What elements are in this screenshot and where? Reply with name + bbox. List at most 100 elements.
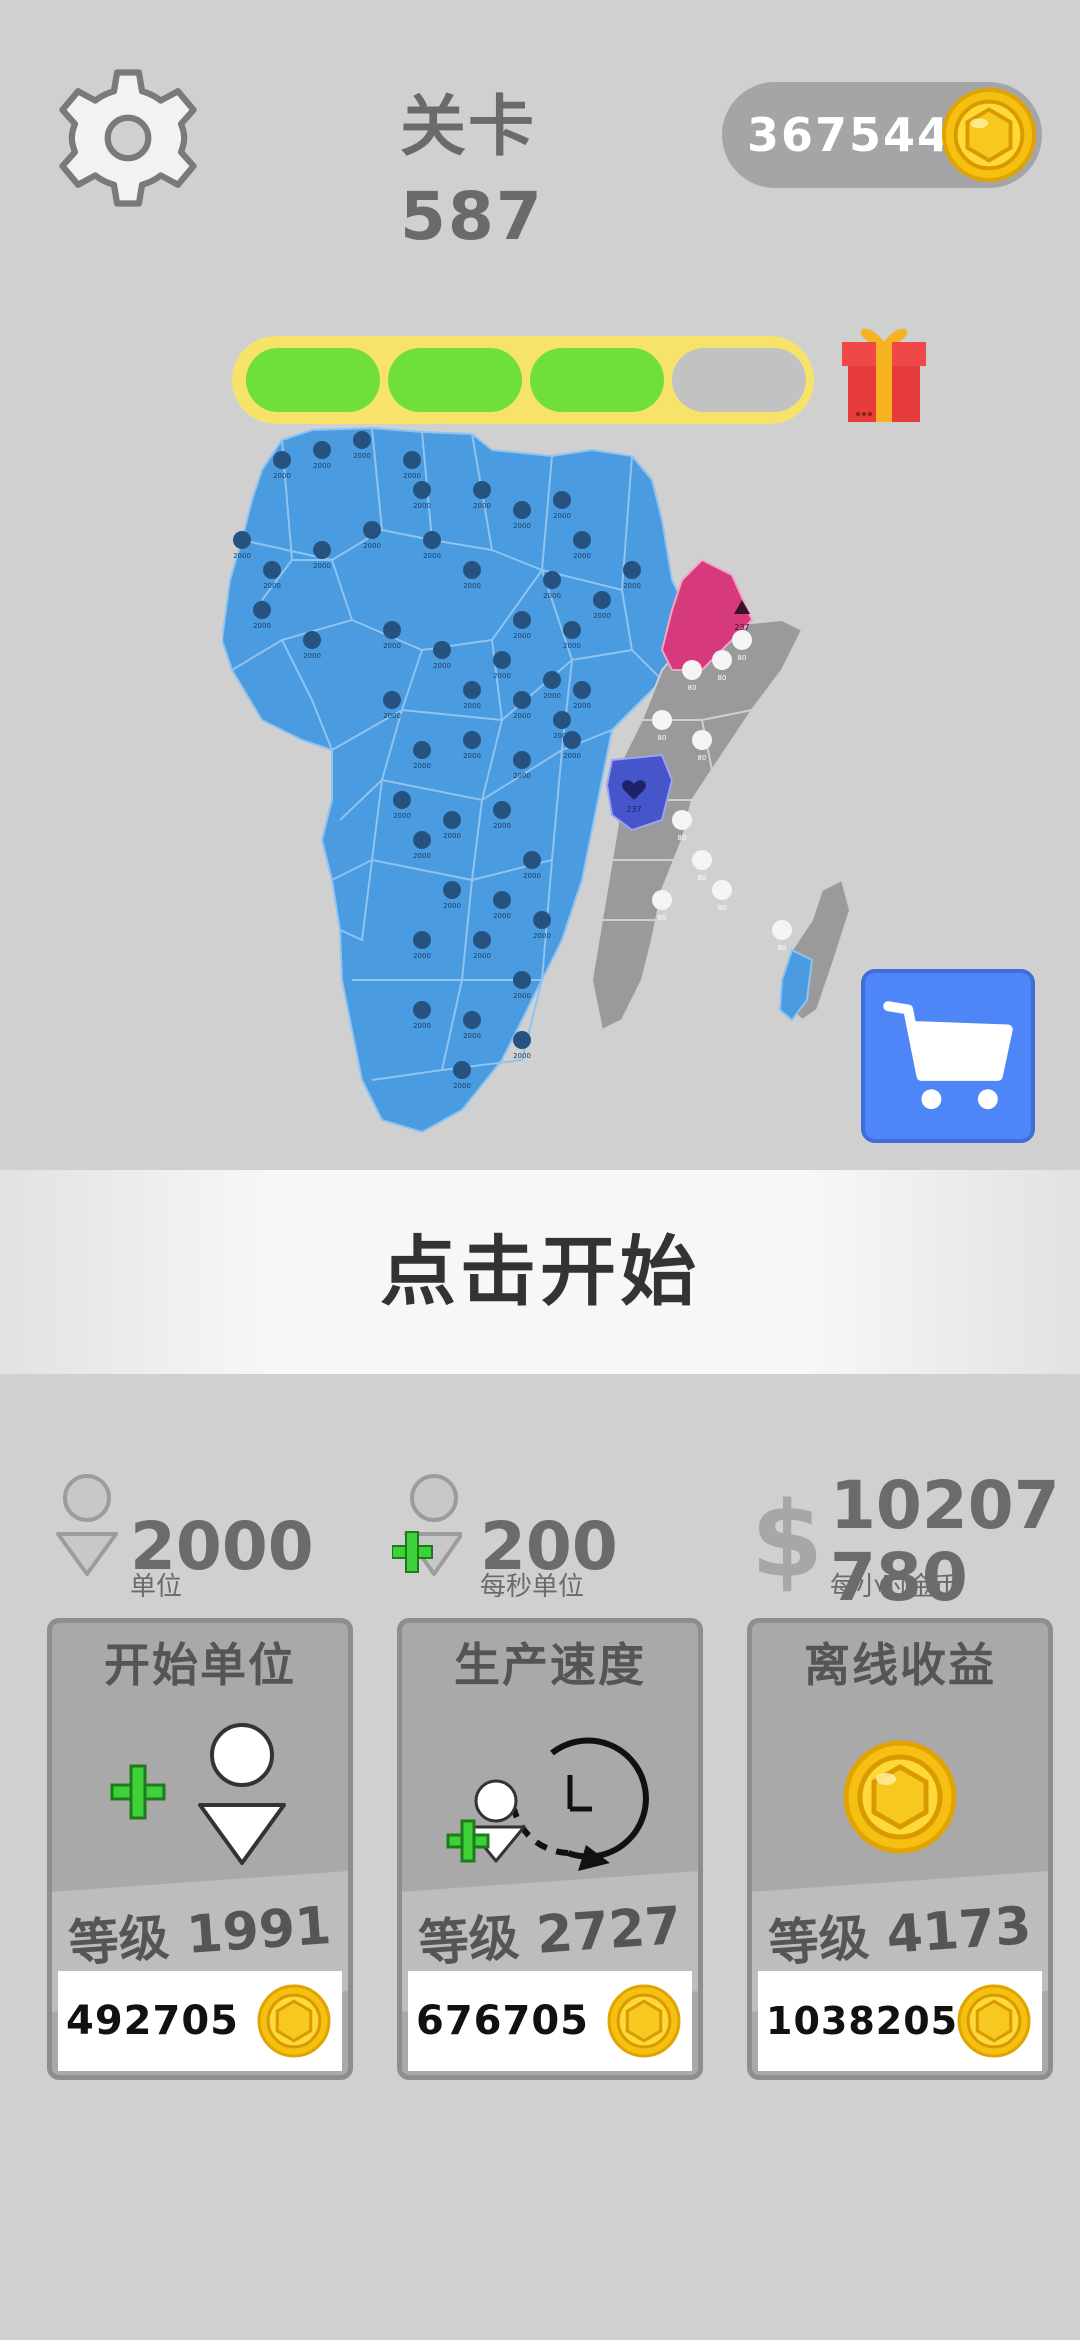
coin-balance[interactable]: 367544	[722, 82, 1042, 188]
dollar-icon: $	[752, 1484, 822, 1594]
player-unit-marker: 2000	[393, 791, 411, 820]
coin-balance-value: 367544	[747, 108, 952, 162]
player-unit-count: 2000	[573, 552, 591, 560]
player-unit-count: 2000	[593, 612, 611, 620]
player-unit-count: 2000	[463, 702, 481, 710]
player-unit-marker: 2000	[493, 891, 511, 920]
player-unit-count: 2000	[253, 622, 271, 630]
unit-person-icon	[56, 1474, 118, 1576]
player-unit-marker: 2000	[433, 641, 451, 670]
player-unit-count: 2000	[563, 752, 581, 760]
unit-plus-icon	[392, 1474, 462, 1576]
player-unit-marker: 2000	[573, 531, 591, 560]
player-unit-count: 2000	[413, 762, 431, 770]
shop-button[interactable]	[861, 969, 1035, 1143]
upgrade-level-prefix: 等级	[766, 1908, 871, 1974]
player-unit-marker: 2000	[413, 741, 431, 770]
player-unit-marker: 2000	[443, 881, 461, 910]
player-unit-count: 2000	[513, 632, 531, 640]
upgrade-level-prefix: 等级	[66, 1908, 171, 1974]
neutral-unit-count: 80	[688, 684, 697, 692]
unit-clock-icon	[446, 1737, 649, 1871]
neutral-unit-marker: 80	[712, 880, 732, 912]
player-unit-marker: 2000	[383, 621, 401, 650]
gold-coin-icon	[257, 1984, 331, 2058]
player-unit-marker: 2000	[463, 1011, 481, 1040]
player-unit-marker: 2000	[513, 501, 531, 530]
upgrade-price: 492705	[58, 1971, 342, 2071]
player-unit-count: 2000	[413, 502, 431, 510]
tap-to-start-label: 点击开始	[380, 1227, 700, 1316]
player-unit-count: 2000	[363, 542, 381, 550]
gift-reward-button[interactable]	[836, 318, 932, 426]
player-unit-marker: 2000	[263, 561, 281, 590]
upgrade-card-start-units[interactable]: 开始单位 等级 1991 492705	[47, 1618, 353, 2080]
player-unit-count: 2000	[393, 812, 411, 820]
stat-unit: 每小时金币	[830, 1572, 961, 1602]
neutral-unit-marker: 80	[772, 920, 792, 952]
world-map-africa[interactable]: 2000 2000 2000 2000 2000 2000 2000 2000 2000 2000…	[222, 420, 862, 1140]
player-unit-count: 2000	[573, 702, 591, 710]
player-unit-marker: 2000	[403, 451, 421, 480]
player-unit-marker: 2000	[543, 671, 561, 700]
tap-to-start-banner[interactable]: 点击开始	[0, 1170, 1080, 1374]
player-unit-marker: 2000	[563, 731, 581, 760]
player-unit-count: 2000	[543, 592, 561, 600]
player-unit-count: 2000	[513, 772, 531, 780]
player-unit-marker: 2000	[473, 481, 491, 510]
player-unit-marker: 2000	[593, 591, 611, 620]
neutral-unit-count: 80	[658, 734, 667, 742]
add-unit-icon	[110, 1723, 286, 1865]
gold-coin-icon	[957, 1984, 1031, 2058]
upgrade-card-production-speed[interactable]: 生产速度 等级 2727 676705	[397, 1618, 703, 2080]
player-unit-marker: 2000	[413, 831, 431, 860]
upgrade-price-value: 1038205	[766, 1999, 959, 2043]
progress-segment	[246, 348, 380, 412]
player-unit-count: 2000	[493, 672, 511, 680]
player-unit-count: 2000	[273, 472, 291, 480]
player-unit-count: 2000	[493, 912, 511, 920]
player-unit-marker: 2000	[623, 561, 641, 590]
shopping-cart-icon	[883, 1001, 1013, 1110]
gold-coin-icon	[607, 1984, 681, 2058]
player-unit-count: 2000	[453, 1082, 471, 1090]
player-unit-marker: 2000	[513, 971, 531, 1000]
gift-box-icon	[842, 328, 926, 422]
stat-unit: 每秒单位	[480, 1572, 585, 1602]
progress-segment	[388, 348, 522, 412]
player-unit-marker: 2000	[523, 851, 541, 880]
neutral-unit-count: 80	[738, 654, 747, 662]
upgrade-price-value: 676705	[416, 1998, 589, 2044]
level-progress-bar	[232, 336, 814, 424]
player-unit-marker: 2000	[563, 621, 581, 650]
player-unit-marker: 2000	[513, 611, 531, 640]
player-unit-marker: 2000	[493, 801, 511, 830]
player-unit-marker: 2000	[383, 691, 401, 720]
player-unit-marker: 2000	[413, 481, 431, 510]
neutral-unit-count: 80	[718, 904, 727, 912]
player-unit-count: 2000	[353, 452, 371, 460]
player-unit-marker: 2000	[353, 431, 371, 460]
upgrade-card-offline-income[interactable]: 离线收益 等级 4173 1038205	[747, 1618, 1053, 2080]
player-unit-count: 2000	[383, 712, 401, 720]
upgrade-title: 离线收益	[804, 1638, 996, 1692]
player-unit-marker: 2000	[413, 1001, 431, 1030]
stat-start-units: 2000 单位	[52, 1470, 332, 1620]
neutral-unit-count: 80	[778, 944, 787, 952]
player-unit-count: 2000	[403, 472, 421, 480]
player-unit-count: 2000	[473, 952, 491, 960]
neutral-unit-count: 80	[678, 834, 687, 842]
stat-offline-income: $ 10207 780 每小时金币	[752, 1470, 1060, 1620]
upgrade-price: 676705	[408, 1971, 692, 2071]
player-unit-count: 2000	[513, 522, 531, 530]
game-screen: 关卡 587 367544 2000 2000 2000 2000 2000 2…	[0, 0, 1080, 2340]
player-unit-marker: 2000	[513, 691, 531, 720]
upgrade-price: 1038205	[758, 1971, 1042, 2071]
player-unit-marker: 2000	[443, 811, 461, 840]
player-unit-count: 2000	[423, 552, 441, 560]
player-unit-count: 2000	[233, 552, 251, 560]
player-unit-count: 2000	[313, 562, 331, 570]
neutral-unit-count: 80	[698, 874, 707, 882]
player-unit-count: 2000	[383, 642, 401, 650]
settings-button[interactable]	[50, 60, 206, 216]
